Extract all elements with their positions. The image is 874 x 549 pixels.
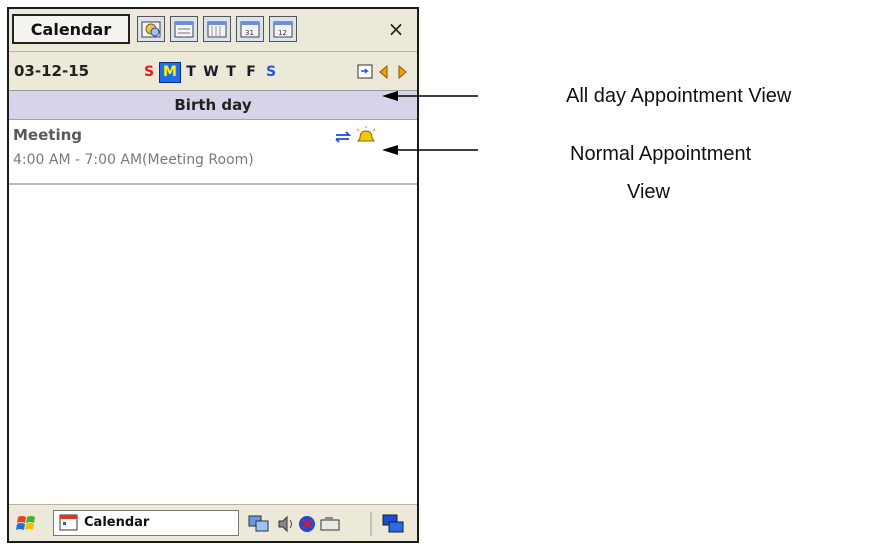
taskbar-calendar-button[interactable]: Calendar	[53, 510, 239, 536]
day-friday[interactable]: F	[241, 64, 261, 80]
taskbar: Calendar	[9, 504, 417, 541]
svg-text:31: 31	[245, 29, 254, 37]
all-day-appointment[interactable]: Birth day	[9, 91, 417, 120]
network-icon[interactable]	[248, 515, 269, 532]
appointment-title: Meeting	[13, 126, 83, 144]
date-bar: 03-12-15 SMTWTFS	[9, 52, 417, 91]
date-nav-group	[357, 63, 413, 86]
goto-today-icon[interactable]	[357, 64, 373, 79]
start-windows-icon[interactable]	[15, 513, 39, 535]
alarm-bell-icon	[356, 126, 376, 142]
day-tuesday[interactable]: T	[181, 64, 201, 80]
svg-text:12: 12	[278, 29, 287, 37]
normal-appointment-arrow	[382, 145, 478, 155]
recurring-icon	[335, 131, 352, 143]
agenda-view-icon[interactable]	[137, 16, 165, 42]
annotation-arrows	[382, 91, 478, 155]
device-screen: Calendar 31 12 × 03-12-15 SMTWTFS Birth …	[7, 7, 419, 543]
window-switcher-icon[interactable]	[382, 514, 404, 533]
next-week-icon[interactable]	[398, 64, 407, 80]
week-view-icon[interactable]	[203, 16, 231, 42]
day-monday-selected[interactable]: M	[159, 62, 181, 83]
calendar-menu-button[interactable]: Calendar	[12, 14, 130, 44]
battery-icon[interactable]	[320, 517, 340, 531]
previous-week-icon[interactable]	[379, 64, 388, 80]
day-sunday[interactable]: S	[139, 64, 159, 80]
appointment-time: 4:00 AM - 7:00 AM(Meeting Room)	[13, 152, 254, 168]
weekday-selector: SMTWTFS	[139, 62, 281, 83]
normal-view-label: Normal Appointment	[570, 143, 752, 165]
year-view-icon[interactable]: 12	[269, 16, 297, 42]
day-thursday[interactable]: T	[221, 64, 241, 80]
all-day-arrow	[382, 91, 478, 101]
month-view-icon[interactable]: 31	[236, 16, 264, 42]
current-date[interactable]: 03-12-15	[14, 62, 89, 80]
calendar-app-icon	[59, 514, 78, 531]
day-wednesday[interactable]: W	[201, 64, 221, 80]
day-saturday[interactable]: S	[261, 64, 281, 80]
taskbar-app-label: Calendar	[84, 515, 150, 530]
day-view-icon[interactable]	[170, 16, 198, 42]
close-button[interactable]: ×	[381, 15, 411, 43]
volume-icon[interactable]	[278, 515, 292, 533]
all-day-view-label: All day Appointment View	[566, 85, 792, 107]
normal-view-label-line2: View	[627, 181, 670, 203]
connectivity-icon[interactable]	[299, 516, 315, 532]
normal-appointment[interactable]: Meeting 4:00 AM - 7:00 AM(Meeting Room)	[9, 120, 417, 185]
top-toolbar: Calendar 31 12 ×	[9, 9, 417, 52]
